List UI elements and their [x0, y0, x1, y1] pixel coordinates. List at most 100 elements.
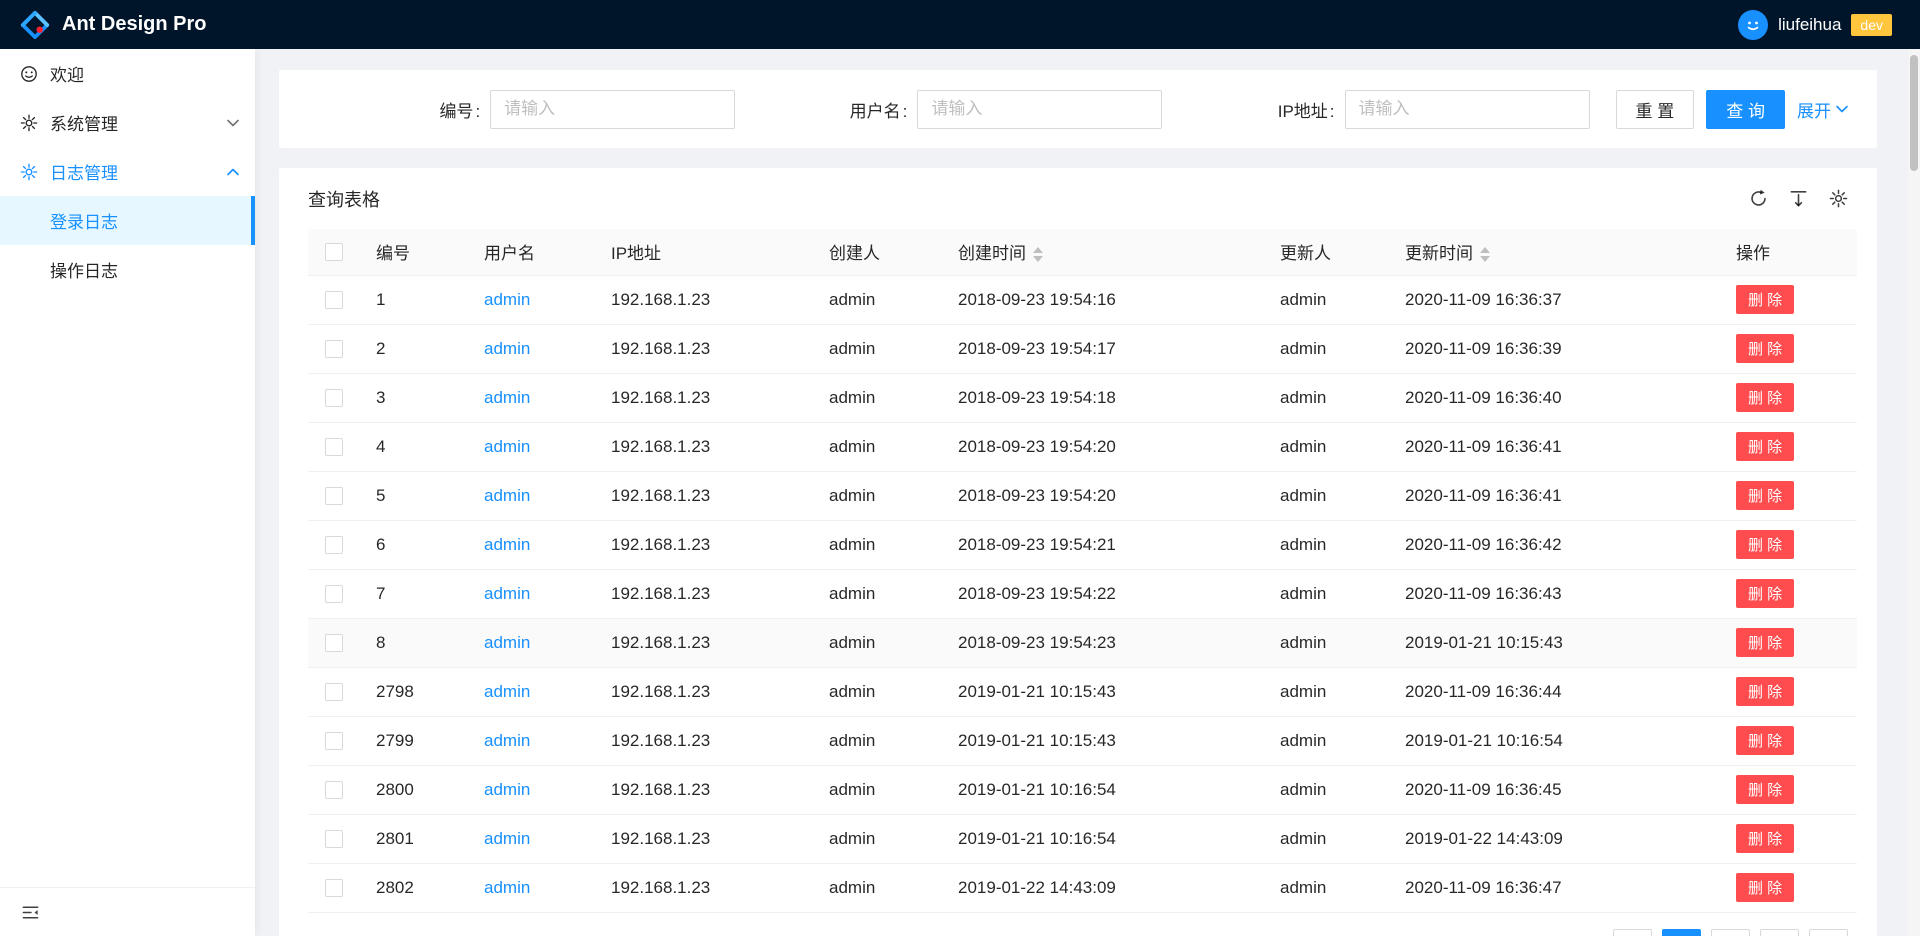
- delete-button[interactable]: 删 除: [1736, 873, 1794, 902]
- username-link[interactable]: admin: [484, 388, 530, 407]
- search-form: 编号 用户名 IP地址 重 置 查 询 展开: [308, 90, 1848, 129]
- delete-button[interactable]: 删 除: [1736, 334, 1794, 363]
- delete-button[interactable]: 删 除: [1736, 432, 1794, 461]
- row-checkbox-cell: [308, 520, 360, 569]
- data-table: 编号 用户名 IP地址 创建人 创建时间 更新人 更新时间 操作: [308, 229, 1857, 913]
- density-icon[interactable]: [1788, 189, 1808, 209]
- expand-toggle[interactable]: 展开: [1797, 97, 1848, 122]
- sidebar-item-welcome[interactable]: 欢迎: [0, 49, 255, 98]
- cell-creator: admin: [813, 863, 942, 912]
- select-all-checkbox[interactable]: [325, 243, 343, 261]
- username-link[interactable]: admin: [484, 535, 530, 554]
- username-link[interactable]: admin: [484, 437, 530, 456]
- row-checkbox[interactable]: [325, 683, 343, 701]
- sidebar-item-login-log[interactable]: 登录日志: [0, 196, 255, 245]
- table-toolbar: [1748, 189, 1848, 209]
- pagination-page-1[interactable]: 1: [1662, 929, 1701, 936]
- row-checkbox[interactable]: [325, 830, 343, 848]
- row-checkbox[interactable]: [325, 438, 343, 456]
- row-checkbox[interactable]: [325, 879, 343, 897]
- sidebar-item-logs[interactable]: 日志管理: [0, 147, 255, 196]
- cell-created-time: 2018-09-23 19:54:23: [942, 618, 1264, 667]
- username-link[interactable]: admin: [484, 682, 530, 701]
- cell-ip: 192.168.1.23: [595, 618, 813, 667]
- username-link[interactable]: admin: [484, 780, 530, 799]
- username-link[interactable]: admin: [484, 731, 530, 750]
- pagination-page-3[interactable]: 3: [1760, 929, 1799, 936]
- row-checkbox[interactable]: [325, 536, 343, 554]
- delete-button[interactable]: 删 除: [1736, 579, 1794, 608]
- logo-area[interactable]: Ant Design Pro: [20, 10, 206, 40]
- cell-created-time: 2018-09-23 19:54:20: [942, 422, 1264, 471]
- cell-updater: admin: [1264, 716, 1389, 765]
- username-link[interactable]: admin: [484, 339, 530, 358]
- username-link[interactable]: admin: [484, 584, 530, 603]
- ip-input[interactable]: [1345, 90, 1590, 129]
- cell-updater: admin: [1264, 863, 1389, 912]
- delete-button[interactable]: 删 除: [1736, 628, 1794, 657]
- cell-created-time: 2018-09-23 19:54:21: [942, 520, 1264, 569]
- pagination-prev-icon[interactable]: [1613, 929, 1652, 936]
- scrollbar-thumb[interactable]: [1910, 55, 1918, 171]
- reload-icon[interactable]: [1748, 189, 1768, 209]
- column-header-created-time[interactable]: 创建时间: [942, 229, 1264, 275]
- delete-button[interactable]: 删 除: [1736, 677, 1794, 706]
- cell-updated-time: 2020-11-09 16:36:44: [1389, 667, 1720, 716]
- logo-icon: [20, 10, 50, 40]
- settings-gear-icon[interactable]: [1828, 189, 1848, 209]
- cell-username: admin: [468, 275, 595, 324]
- delete-button[interactable]: 删 除: [1736, 285, 1794, 314]
- delete-button[interactable]: 删 除: [1736, 383, 1794, 412]
- user-avatar[interactable]: [1738, 10, 1768, 40]
- table-row: 1 admin 192.168.1.23 admin 2018-09-23 19…: [308, 275, 1857, 324]
- delete-button[interactable]: 删 除: [1736, 824, 1794, 853]
- cell-updater: admin: [1264, 324, 1389, 373]
- reset-button[interactable]: 重 置: [1616, 90, 1695, 129]
- username[interactable]: liufeihua: [1778, 15, 1841, 35]
- delete-button[interactable]: 删 除: [1736, 726, 1794, 755]
- row-checkbox-cell: [308, 569, 360, 618]
- username-input[interactable]: [917, 90, 1162, 129]
- sidebar-menu: 欢迎 系统管理: [0, 49, 255, 887]
- query-button[interactable]: 查 询: [1706, 90, 1785, 129]
- cell-updater: admin: [1264, 373, 1389, 422]
- row-checkbox-cell: [308, 422, 360, 471]
- sort-carets-icon[interactable]: [1480, 247, 1490, 262]
- page-scrollbar[interactable]: [1908, 49, 1920, 936]
- cell-creator: admin: [813, 373, 942, 422]
- cell-creator: admin: [813, 667, 942, 716]
- pagination-page-2[interactable]: 2: [1711, 929, 1750, 936]
- column-header-updated-time[interactable]: 更新时间: [1389, 229, 1720, 275]
- row-checkbox[interactable]: [325, 389, 343, 407]
- sidebar-item-system[interactable]: 系统管理: [0, 98, 255, 147]
- cell-action: 删 除: [1720, 814, 1857, 863]
- username-link[interactable]: admin: [484, 878, 530, 897]
- row-checkbox[interactable]: [325, 291, 343, 309]
- cell-action: 删 除: [1720, 373, 1857, 422]
- row-checkbox[interactable]: [325, 340, 343, 358]
- row-checkbox[interactable]: [325, 487, 343, 505]
- app-title: Ant Design Pro: [62, 13, 206, 36]
- delete-button[interactable]: 删 除: [1736, 775, 1794, 804]
- row-checkbox[interactable]: [325, 585, 343, 603]
- username-link[interactable]: admin: [484, 290, 530, 309]
- sidebar-item-operation-log[interactable]: 操作日志: [0, 245, 255, 294]
- delete-button[interactable]: 删 除: [1736, 481, 1794, 510]
- delete-button[interactable]: 删 除: [1736, 530, 1794, 559]
- id-input[interactable]: [490, 90, 735, 129]
- cell-updated-time: 2020-11-09 16:36:39: [1389, 324, 1720, 373]
- username-link[interactable]: admin: [484, 829, 530, 848]
- sort-carets-icon[interactable]: [1033, 247, 1043, 262]
- username-link[interactable]: admin: [484, 486, 530, 505]
- pagination-next-icon[interactable]: [1809, 929, 1848, 936]
- row-checkbox[interactable]: [325, 634, 343, 652]
- chevron-down-icon: [227, 119, 239, 127]
- smile-icon: [20, 65, 38, 83]
- row-checkbox[interactable]: [325, 732, 343, 750]
- cell-id: 2799: [360, 716, 468, 765]
- username-link[interactable]: admin: [484, 633, 530, 652]
- form-item-id: 编号: [308, 90, 735, 129]
- env-tag: dev: [1851, 14, 1892, 36]
- row-checkbox[interactable]: [325, 781, 343, 799]
- collapse-sidebar-icon[interactable]: [20, 902, 40, 922]
